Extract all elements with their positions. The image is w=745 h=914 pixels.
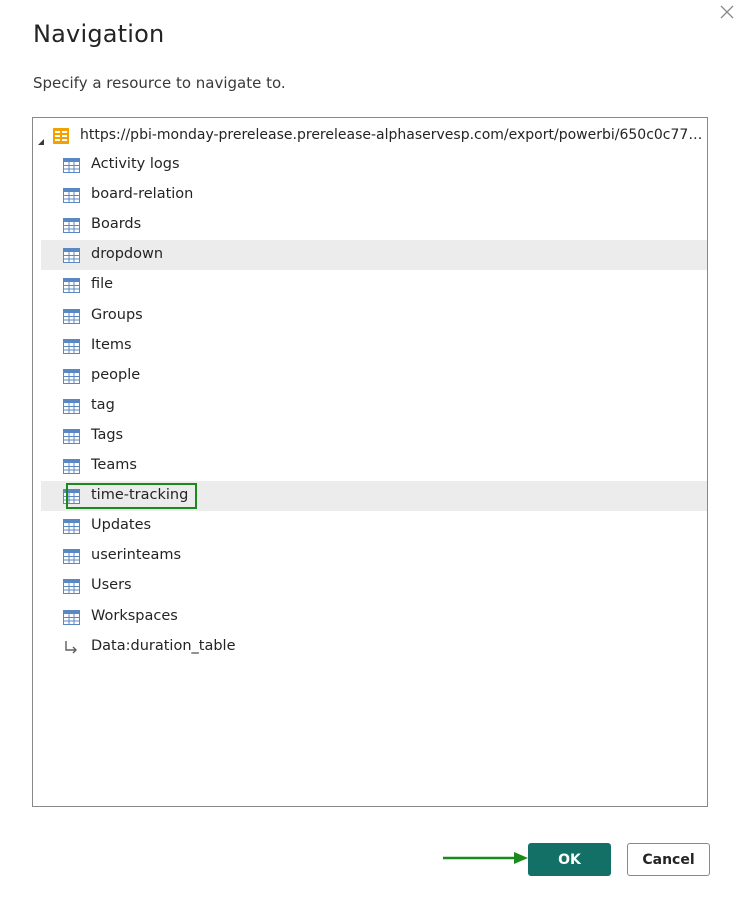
table-icon — [63, 459, 80, 478]
table-icon — [63, 549, 80, 568]
close-icon — [720, 5, 734, 19]
tree-item[interactable]: Items — [41, 331, 707, 361]
tree-item[interactable]: Groups — [41, 301, 707, 331]
table-icon — [63, 368, 80, 388]
tree-root[interactable]: https://pbi-monday-prerelease.prerelease… — [33, 122, 707, 148]
table-icon — [63, 158, 80, 177]
tree-item[interactable]: Data:duration_table — [41, 632, 707, 662]
tree-item[interactable]: Users — [41, 571, 707, 601]
tree-item[interactable]: people — [41, 361, 707, 391]
tree-item[interactable]: Activity logs — [41, 150, 707, 180]
tree-item[interactable]: Teams — [41, 451, 707, 481]
table-icon — [63, 579, 80, 598]
tree-item-label: Updates — [91, 517, 152, 534]
tree-item-label: people — [91, 366, 141, 383]
tree-item-label: time-tracking — [91, 487, 189, 504]
tree-root-label: https://pbi-monday-prerelease.prerelease… — [80, 127, 708, 143]
table-icon — [63, 609, 80, 629]
tree-item[interactable]: time-tracking — [41, 481, 707, 512]
cancel-button[interactable]: Cancel — [627, 843, 710, 876]
tree-item[interactable]: Workspaces — [41, 602, 707, 632]
tree-item[interactable]: board-relation — [41, 180, 707, 210]
table-icon — [63, 308, 80, 328]
tree-item[interactable]: Tags — [41, 421, 707, 451]
table-icon — [63, 248, 80, 267]
close-button[interactable] — [717, 2, 737, 22]
ok-button[interactable]: OK — [528, 843, 611, 876]
tree-item-label: Items — [91, 336, 132, 353]
database-icon — [52, 127, 70, 149]
tree-item[interactable]: dropdown — [41, 240, 707, 271]
table-icon — [63, 489, 80, 508]
tree-item-label: Groups — [91, 306, 143, 323]
tree-item[interactable]: Boards — [41, 210, 707, 240]
tree-item[interactable]: file — [41, 270, 707, 300]
tree-item[interactable]: userinteams — [41, 541, 707, 571]
tree-item-label: file — [91, 276, 114, 293]
dialog-subtitle: Specify a resource to navigate to. — [33, 74, 286, 92]
tree-item-label: Users — [91, 577, 132, 594]
tree-item-label: Data:duration_table — [91, 637, 236, 654]
tree-item-label: tag — [91, 396, 115, 413]
tree-item-label: dropdown — [91, 246, 164, 263]
function-arrow-icon — [63, 640, 80, 659]
navigator-tree[interactable]: https://pbi-monday-prerelease.prerelease… — [32, 117, 708, 807]
collapse-triangle-icon[interactable] — [37, 131, 45, 150]
tree-item-label: Teams — [91, 457, 137, 473]
table-icon — [63, 398, 80, 418]
table-icon — [63, 278, 80, 297]
annotation-arrow-icon — [443, 852, 528, 864]
tree-item-label: userinteams — [91, 547, 182, 564]
table-icon — [63, 519, 80, 538]
tree-item-label: Activity logs — [91, 156, 180, 172]
tree-item[interactable]: tag — [41, 391, 707, 421]
tree-item-label: board-relation — [91, 186, 194, 203]
table-icon — [63, 188, 80, 207]
tree-item-label: Boards — [91, 216, 142, 233]
tree-item-label: Workspaces — [91, 607, 178, 624]
tree-item-label: Tags — [91, 426, 124, 443]
table-icon — [63, 338, 80, 358]
table-icon — [63, 428, 80, 448]
dialog-title: Navigation — [33, 20, 165, 48]
tree-item[interactable]: Updates — [41, 511, 707, 541]
table-icon — [63, 218, 80, 237]
